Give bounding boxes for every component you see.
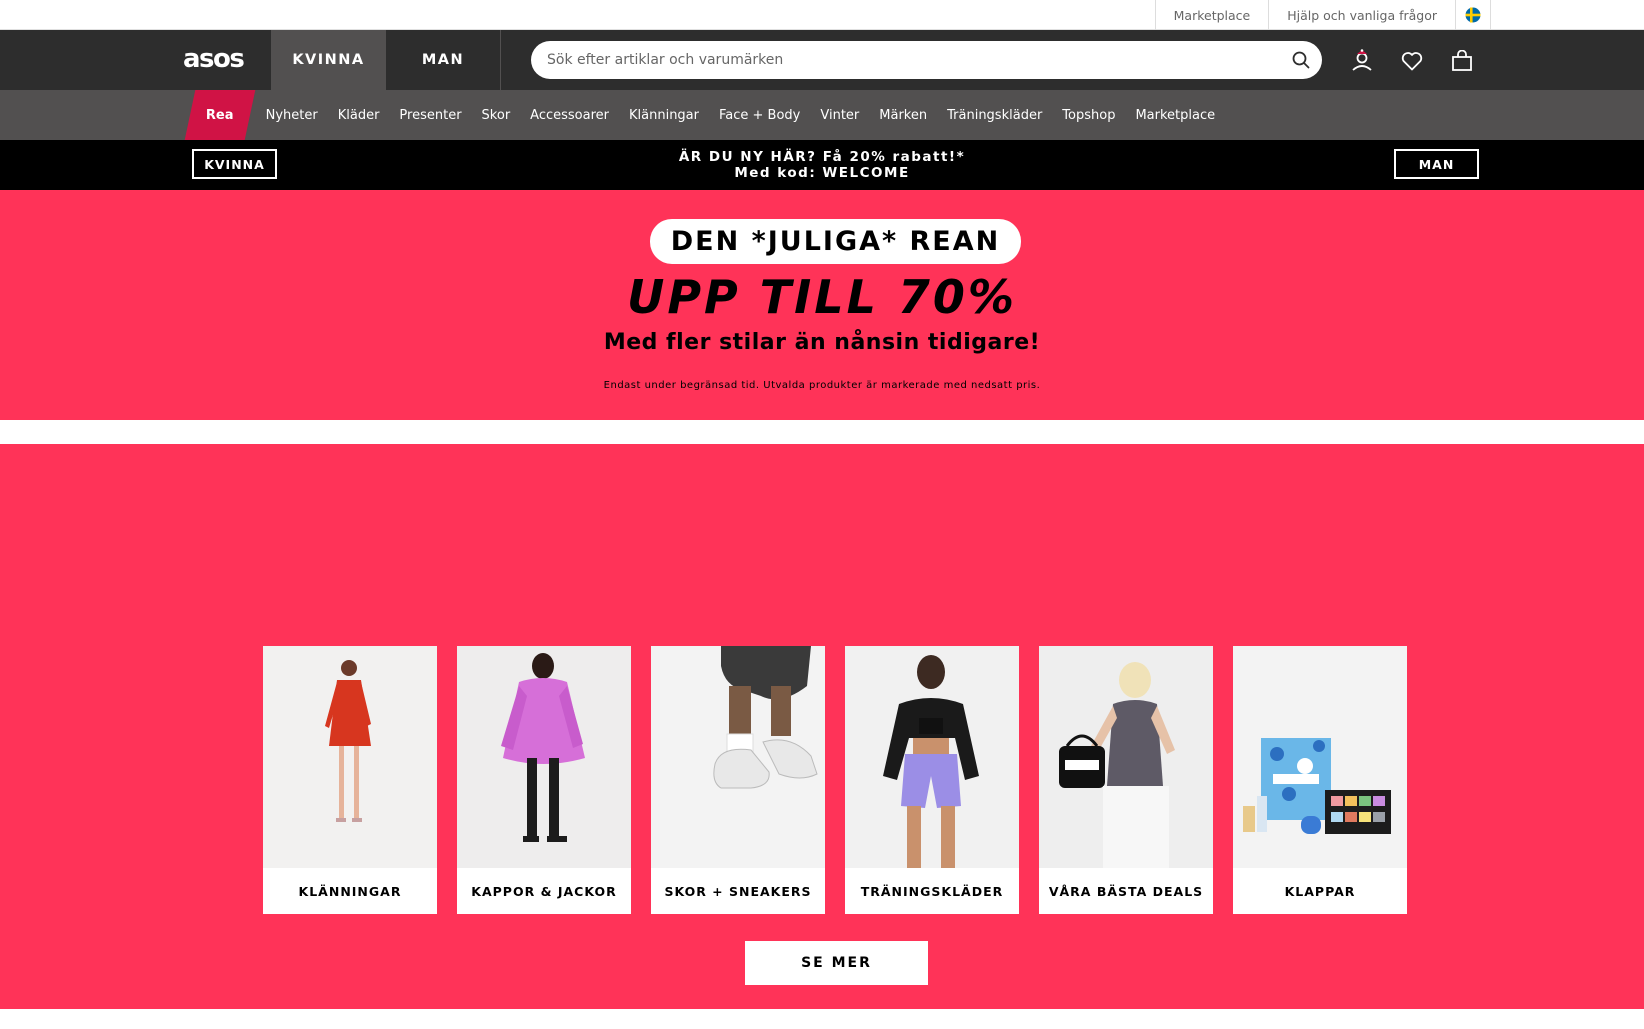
promo-banner: KVINNA ÄR DU NY HÄR? Få 20% rabatt!* Med…: [0, 140, 1644, 190]
category-label: KAPPOR & JACKOR: [471, 883, 617, 899]
category-image-coat: [457, 646, 631, 868]
category-card-traningsklader[interactable]: TRÄNINGSKLÄDER: [845, 646, 1019, 914]
nav-item-topshop[interactable]: Topshop: [1052, 90, 1125, 140]
nav-item-marketplace[interactable]: Marketplace: [1125, 90, 1225, 140]
utility-bar: Marketplace Hjälp och vanliga frågor: [0, 0, 1644, 30]
category-card-klanningar[interactable]: KLÄNNINGAR: [263, 646, 437, 914]
nav-item-klanningar[interactable]: Klänningar: [619, 90, 709, 140]
heart-icon: [1401, 52, 1423, 71]
nav-item-traningsklader[interactable]: Träningskläder: [937, 90, 1052, 140]
category-image-activewear: [845, 646, 1019, 868]
bag-button[interactable]: [1449, 48, 1475, 74]
category-card-klappar[interactable]: KLAPPAR: [1233, 646, 1407, 914]
category-label: KLAPPAR: [1284, 883, 1356, 899]
main-header: asos KVINNA MAN: [0, 30, 1644, 90]
category-image-gifts: [1233, 646, 1407, 868]
search-bar: [531, 41, 1322, 79]
hero-fineprint: Endast under begränsad tid. Utvalda prod…: [603, 380, 1041, 391]
bag-icon: [1452, 50, 1472, 71]
utility-link-help[interactable]: Hjälp och vanliga frågor: [1268, 0, 1455, 30]
hero-pill-label: DEN *JULIGA* REAN: [650, 219, 1021, 264]
logo-text: asos: [183, 46, 244, 72]
search-button[interactable]: [1290, 49, 1312, 71]
logo-mark: asos: [183, 46, 246, 72]
nav-item-klader[interactable]: Kläder: [328, 90, 390, 140]
utility-links: Marketplace Hjälp och vanliga frågor: [1154, 0, 1491, 30]
nav-item-rea[interactable]: Rea: [184, 90, 255, 140]
tab-man[interactable]: MAN: [386, 30, 501, 90]
see-more-button[interactable]: SE MER: [745, 941, 928, 985]
category-nav: Rea Nyheter Kläder Presenter Skor Access…: [0, 90, 1644, 140]
nav-item-face-body[interactable]: Face + Body: [709, 90, 810, 140]
hero-title: UPP TILL 70%: [626, 270, 1018, 324]
utility-link-marketplace[interactable]: Marketplace: [1154, 0, 1269, 30]
asos-logo[interactable]: asos: [183, 44, 253, 74]
category-image-dress: [263, 646, 437, 868]
nav-item-presenter[interactable]: Presenter: [389, 90, 471, 140]
category-label: SKOR + SNEAKERS: [664, 883, 812, 899]
saved-items-button[interactable]: [1399, 48, 1425, 74]
category-label: VÅRA BÄSTA DEALS: [1048, 883, 1204, 899]
category-section: KLÄNNINGAR KAPPOR & JACKOR SKOR + SNEAKE…: [0, 444, 1644, 1009]
category-label: TRÄNINGSKLÄDER: [860, 883, 1004, 899]
category-nav-items: Rea Nyheter Kläder Presenter Skor Access…: [184, 90, 1225, 140]
account-icon: [1352, 49, 1372, 71]
hero-subtitle: Med fler stilar än nånsin tidigare!: [603, 330, 1041, 355]
nav-item-nyheter[interactable]: Nyheter: [256, 90, 328, 140]
account-button[interactable]: [1349, 48, 1375, 74]
search-icon: [1292, 51, 1310, 69]
nav-item-marken[interactable]: Märken: [869, 90, 937, 140]
category-card-skor-sneakers[interactable]: SKOR + SNEAKERS: [651, 646, 825, 914]
category-image-sneakers: [651, 646, 825, 868]
nav-item-label: Rea: [206, 107, 234, 123]
nav-item-skor[interactable]: Skor: [472, 90, 521, 140]
sale-hero-banner[interactable]: DEN *JULIGA* REAN UPP TILL 70% Med fler …: [0, 190, 1644, 420]
promo-man-button[interactable]: MAN: [1394, 149, 1479, 179]
sweden-flag-icon: [1465, 7, 1481, 23]
category-label: KLÄNNINGAR: [298, 883, 402, 899]
search-input[interactable]: [547, 52, 1306, 68]
category-card-kappor-jackor[interactable]: KAPPOR & JACKOR: [457, 646, 631, 914]
nav-item-vinter[interactable]: Vinter: [810, 90, 869, 140]
nav-item-accessoarer[interactable]: Accessoarer: [520, 90, 619, 140]
tab-kvinna[interactable]: KVINNA: [271, 30, 386, 90]
country-selector[interactable]: [1455, 0, 1491, 30]
category-image-deals: [1039, 646, 1213, 868]
category-card-basta-deals[interactable]: VÅRA BÄSTA DEALS: [1039, 646, 1213, 914]
